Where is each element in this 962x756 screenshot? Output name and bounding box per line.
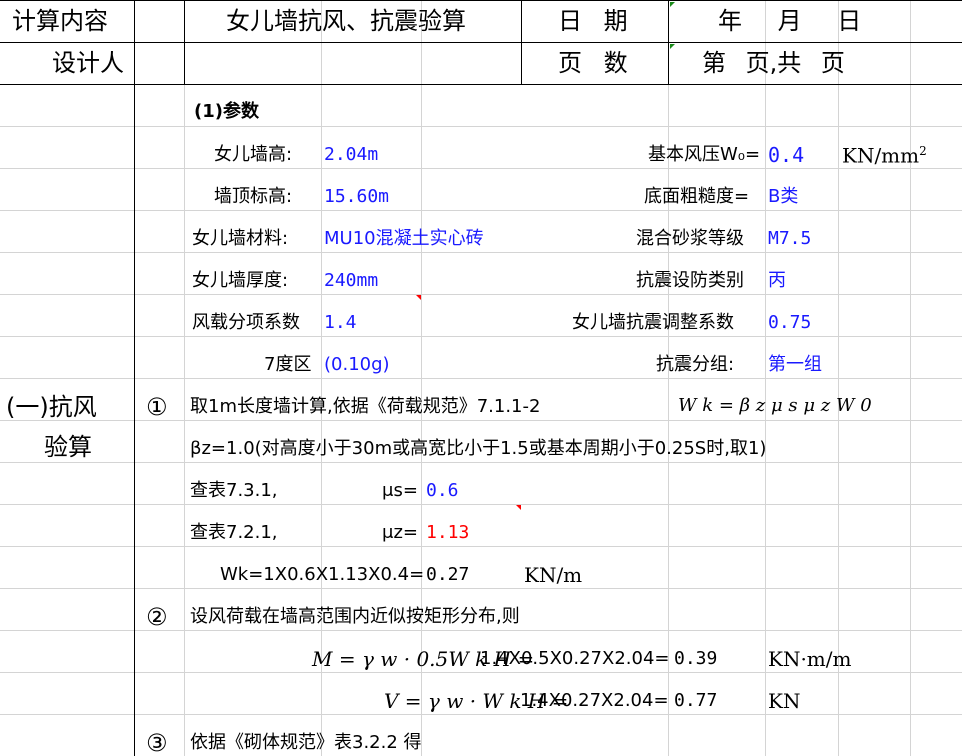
border — [134, 0, 135, 756]
header-pages-value: 第 页,共 页 — [702, 49, 845, 77]
param-label: 抗震分组: — [656, 354, 735, 375]
coef-label: μz= — [382, 522, 418, 543]
wk-expr: Wk=1X0.6X1.13X0.4= — [220, 564, 425, 585]
border — [0, 0, 962, 1]
gridline — [0, 420, 962, 421]
gridline — [0, 714, 962, 715]
param-value[interactable]: (0.10g) — [324, 356, 390, 374]
param-value[interactable]: 第一组 — [768, 356, 822, 374]
header-designer-label: 设计人 — [52, 49, 124, 77]
beta-text: βz=1.0(对高度小于30m或高宽比小于1.5或基本周期小于0.25S时,取1… — [190, 438, 767, 459]
param-label: 女儿墙材料: — [192, 228, 289, 249]
param-label: 风载分项系数 — [192, 312, 300, 333]
param-label: 女儿墙厚度: — [192, 270, 289, 291]
mus-value[interactable]: 0.6 — [426, 482, 459, 500]
param-unit: KN/mm2 — [842, 143, 927, 168]
gridline — [0, 588, 962, 589]
section-label: (一)抗风 — [6, 393, 97, 421]
param-label: 混合砂浆等级 — [636, 228, 744, 249]
m-expr: 1.4X0.5X0.27X2.04= — [480, 648, 670, 669]
params-heading: (1)参数 — [194, 101, 259, 122]
gridline — [0, 462, 962, 463]
border — [521, 0, 522, 84]
v-unit: KN — [768, 689, 801, 713]
gridline — [0, 210, 962, 211]
border — [184, 0, 185, 84]
gridline — [0, 672, 962, 673]
m-unit: KN·m/m — [768, 647, 852, 671]
step-number: ③ — [146, 729, 168, 756]
param-label: 抗震设防类别 — [636, 270, 744, 291]
param-label: 墙顶标高: — [214, 186, 293, 207]
param-label: 底面粗糙度= — [644, 186, 750, 207]
gridline — [0, 504, 962, 505]
header-title: 女儿墙抗风、抗震验算 — [226, 7, 466, 35]
param-value[interactable]: 2.04m — [324, 146, 378, 164]
comment-marker — [670, 44, 675, 49]
v-value: 0.77 — [674, 690, 718, 711]
comment-marker — [670, 2, 675, 7]
param-label: 女儿墙高: — [214, 144, 293, 165]
ref-text: 查表7.3.1, — [190, 480, 278, 501]
step-number: ② — [146, 603, 168, 631]
param-value[interactable]: 0.75 — [768, 314, 811, 332]
param-value[interactable]: 0.4 — [768, 145, 804, 165]
header-date-label: 日 期 — [558, 7, 628, 35]
param-value[interactable]: MU10混凝土实心砖 — [324, 230, 484, 248]
param-label: 基本风压W₀= — [648, 144, 761, 165]
ref-text: 查表7.2.1, — [190, 522, 278, 543]
comment-marker — [516, 505, 521, 510]
coef-label: μs= — [382, 480, 418, 501]
param-value[interactable]: B类 — [768, 188, 798, 206]
muz-value[interactable]: 1.13 — [426, 524, 469, 542]
header-pages-label: 页 数 — [558, 49, 628, 77]
step-text: 依据《砌体规范》表3.2.2 得 — [190, 732, 422, 753]
param-value[interactable]: M7.5 — [768, 230, 811, 248]
param-value[interactable]: 15.60m — [324, 188, 389, 206]
m-value: 0.39 — [674, 648, 718, 669]
formula-wk: W k = β z μ s μ z W 0 — [678, 395, 872, 416]
header-date-value: 年 月 日 — [718, 7, 862, 35]
gridline — [0, 378, 962, 379]
border — [668, 0, 669, 84]
step-number: ① — [146, 393, 168, 421]
gridline — [0, 630, 962, 631]
header-calc-label: 计算内容 — [12, 7, 108, 35]
gridline — [0, 546, 962, 547]
param-value[interactable]: 240mm — [324, 272, 378, 290]
border — [0, 84, 962, 85]
gridline — [0, 294, 962, 295]
v-expr: 1.4X0.27X2.04= — [520, 690, 669, 711]
gridline — [0, 252, 962, 253]
param-value[interactable]: 丙 — [768, 272, 786, 290]
border — [0, 42, 962, 43]
gridline — [0, 126, 962, 127]
param-value[interactable]: 1.4 — [324, 314, 357, 332]
wk-unit: KN/m — [524, 563, 583, 587]
param-label: 女儿墙抗震调整系数 — [572, 312, 734, 333]
comment-marker — [416, 295, 421, 300]
gridline — [0, 336, 962, 337]
section-label-2: 验算 — [44, 433, 92, 461]
step-text: 取1m长度墙计算,依据《荷载规范》7.1.1-2 — [190, 396, 541, 417]
param-label: 7度区 — [264, 354, 312, 375]
gridline — [0, 168, 962, 169]
wk-value: 0.27 — [426, 564, 470, 585]
spreadsheet: 计算内容 女儿墙抗风、抗震验算 日 期 年 月 日 设计人 页 数 第 页,共 … — [0, 0, 962, 756]
step-text: 设风荷载在墙高范围内近似按矩形分布,则 — [190, 606, 520, 627]
